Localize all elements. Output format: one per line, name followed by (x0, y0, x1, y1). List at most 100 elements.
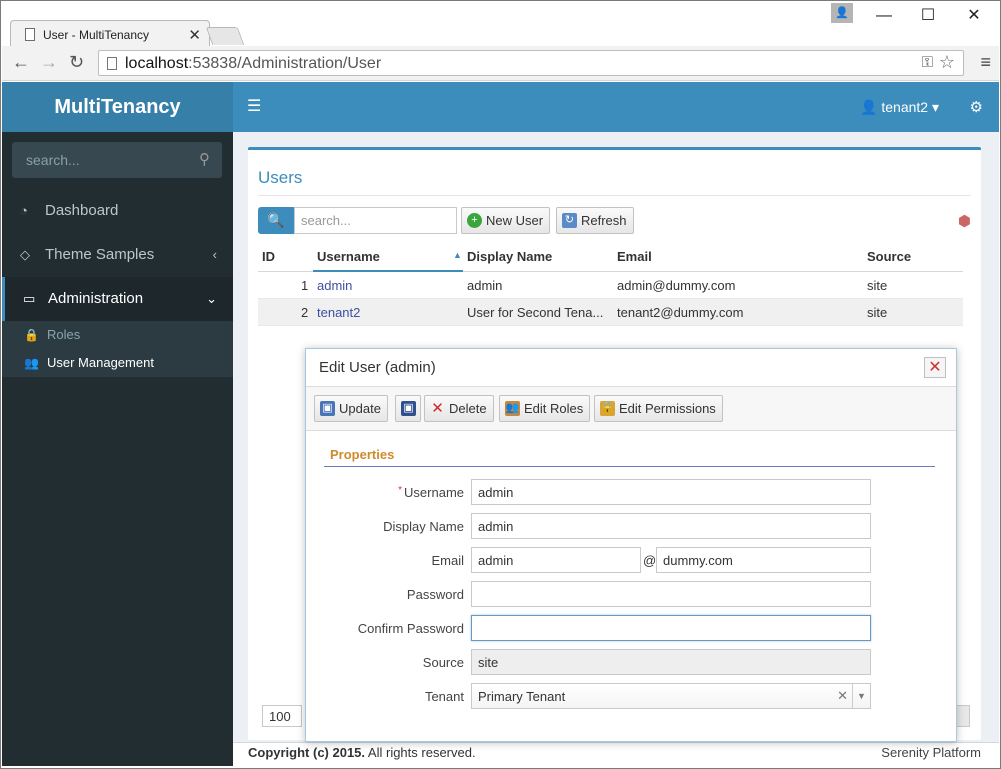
url-host: localhost (125, 55, 189, 72)
url-text[interactable]: localhost:53838/Administration/User (125, 55, 381, 73)
sidebar-item-label: Dashboard (45, 202, 119, 219)
user-icon: 👤 (860, 99, 882, 115)
app-topbar: ☰ 👤 tenant2 ▾ ⚙ (233, 82, 999, 132)
column-header-display-name[interactable]: Display Name (467, 249, 552, 264)
chevron-down-icon: ⌄ (206, 291, 217, 306)
required-marker: * (398, 485, 403, 496)
save-close-button[interactable]: ▣ (395, 395, 421, 422)
update-label: Update (339, 401, 381, 416)
section-title: Properties (330, 447, 395, 462)
new-user-label: New User (486, 213, 544, 228)
tenant-select[interactable]: Primary Tenant ✕ ▼ (471, 683, 871, 709)
page-title: Users (258, 168, 303, 187)
sidebar-item-roles[interactable]: 🔒 Roles (2, 321, 233, 349)
email-domain-field[interactable] (656, 547, 871, 573)
browser-profile-icon[interactable]: 👤 (831, 3, 853, 23)
key-icon[interactable]: ⚿ (922, 54, 933, 71)
password-field[interactable] (471, 581, 871, 607)
delete-label: Delete (449, 401, 487, 416)
app-brand-logo[interactable]: MultiTenancy (2, 82, 233, 132)
edit-roles-label: Edit Roles (524, 401, 584, 416)
update-button[interactable]: ▣ Update (314, 395, 388, 422)
cell-display-name: admin (467, 278, 503, 293)
bookmark-star-icon[interactable]: ☆ (939, 52, 955, 73)
cell-display-name: User for Second Tena... (467, 305, 604, 320)
back-icon[interactable]: ← (12, 52, 30, 73)
source-field (471, 649, 871, 675)
sidebar-item-label: Theme Samples (45, 246, 155, 263)
delete-x-icon: ✕ (431, 400, 444, 417)
sidebar-item-label: Administration (48, 290, 144, 307)
refresh-button[interactable]: ↻ Refresh (556, 207, 634, 234)
dialog-close-button[interactable]: ✕ (924, 357, 946, 378)
settings-gears-icon[interactable]: ⚙ (970, 98, 983, 116)
column-header-id[interactable]: ID (262, 249, 275, 264)
pager-strip (956, 705, 970, 727)
column-header-email[interactable]: Email (617, 249, 652, 264)
forward-icon[interactable]: → (40, 52, 58, 73)
username-field[interactable] (471, 479, 871, 505)
close-window-button[interactable]: ✕ (960, 6, 988, 26)
dialog-header[interactable]: Edit User (admin) ✕ (306, 349, 956, 387)
username-label: * Username (398, 485, 464, 500)
save-icon: ▣ (320, 401, 335, 416)
cell-username-link[interactable]: admin (317, 278, 352, 293)
lock-icon: 🔒 (24, 328, 39, 342)
email-user-field[interactable] (471, 547, 641, 573)
sidebar-subitem-label: User Management (47, 355, 154, 370)
search-icon: 🔍 (267, 212, 285, 228)
column-header-username[interactable]: Username (317, 249, 380, 264)
sidebar-item-user-management[interactable]: 👥 User Management (2, 349, 233, 377)
page-size-select[interactable]: 100 (262, 705, 302, 727)
browser-menu-icon[interactable]: ≡ (980, 52, 991, 73)
display-name-label: Display Name (383, 519, 464, 534)
copyright-bold: Copyright (c) 2015. (248, 745, 366, 760)
search-icon[interactable]: ⚲ (199, 150, 210, 168)
browser-tab[interactable]: User - MultiTenancy ✕ (10, 20, 210, 48)
confirm-password-field[interactable] (471, 615, 871, 641)
users-icon: 👥 (24, 356, 39, 370)
edit-permissions-button[interactable]: 🔒 Edit Permissions (594, 395, 723, 422)
cell-email: admin@dummy.com (617, 278, 736, 293)
page-info-icon[interactable] (107, 57, 117, 70)
sidebar-item-theme-samples[interactable]: ◇ Theme Samples ‹ (2, 233, 233, 277)
table-row[interactable]: 1 admin admin admin@dummy.com site (258, 272, 963, 299)
sidebar-search-input[interactable]: search... (26, 152, 80, 168)
export-icon[interactable]: ⬢ (958, 212, 971, 230)
minimize-button[interactable]: — (870, 6, 898, 26)
reload-icon[interactable]: ↻ (69, 52, 84, 73)
browser-window: User - MultiTenancy ✕ 👤 — ☐ ✕ ← → ↻ loca… (0, 0, 1001, 769)
plus-icon: + (467, 213, 482, 228)
new-tab-button[interactable] (205, 27, 245, 45)
url-path: :53838/Administration/User (188, 55, 382, 72)
user-menu[interactable]: 👤 tenant2 ▾ (860, 99, 939, 116)
column-header-source[interactable]: Source (867, 249, 911, 264)
delete-button[interactable]: ✕ Delete (424, 395, 494, 422)
dialog-toolbar: ▣ Update ▣ ✕ Delete 👥 Edit Roles 🔒 Edit … (306, 387, 956, 431)
sidebar-toggle-icon[interactable]: ☰ (247, 96, 261, 116)
edit-permissions-label: Edit Permissions (619, 401, 716, 416)
platform-text: Serenity Platform (881, 745, 981, 760)
grid-search-input[interactable] (294, 207, 457, 234)
maximize-button[interactable]: ☐ (914, 6, 942, 26)
clear-selection-icon[interactable]: ✕ (837, 688, 848, 704)
refresh-label: Refresh (581, 213, 627, 228)
sidebar-item-dashboard[interactable]: ◔ Dashboard (2, 189, 233, 233)
display-name-field[interactable] (471, 513, 871, 539)
dropdown-arrow-icon[interactable]: ▼ (852, 684, 870, 708)
caret-down-icon: ▾ (928, 99, 939, 115)
chevron-left-icon: ‹ (212, 247, 217, 262)
sidebar-search[interactable]: search... ⚲ (12, 142, 222, 178)
table-row[interactable]: 2 tenant2 User for Second Tena... tenant… (258, 299, 963, 326)
cell-email: tenant2@dummy.com (617, 305, 744, 320)
grid-search-button[interactable]: 🔍 (258, 207, 294, 234)
desktop-icon: ▭ (23, 291, 36, 306)
address-bar[interactable]: localhost:53838/Administration/User ⚿ ☆ (98, 50, 964, 76)
cell-username-link[interactable]: tenant2 (317, 305, 360, 320)
sidebar: search... ⚲ ◔ Dashboard ◇ Theme Samples … (2, 132, 233, 766)
tab-close-icon[interactable]: ✕ (188, 26, 201, 44)
edit-roles-button[interactable]: 👥 Edit Roles (499, 395, 591, 422)
dialog-title: Edit User (admin) (319, 359, 436, 376)
new-user-button[interactable]: + New User (461, 207, 551, 234)
sidebar-item-administration[interactable]: ▭ Administration ⌄ (2, 277, 233, 321)
